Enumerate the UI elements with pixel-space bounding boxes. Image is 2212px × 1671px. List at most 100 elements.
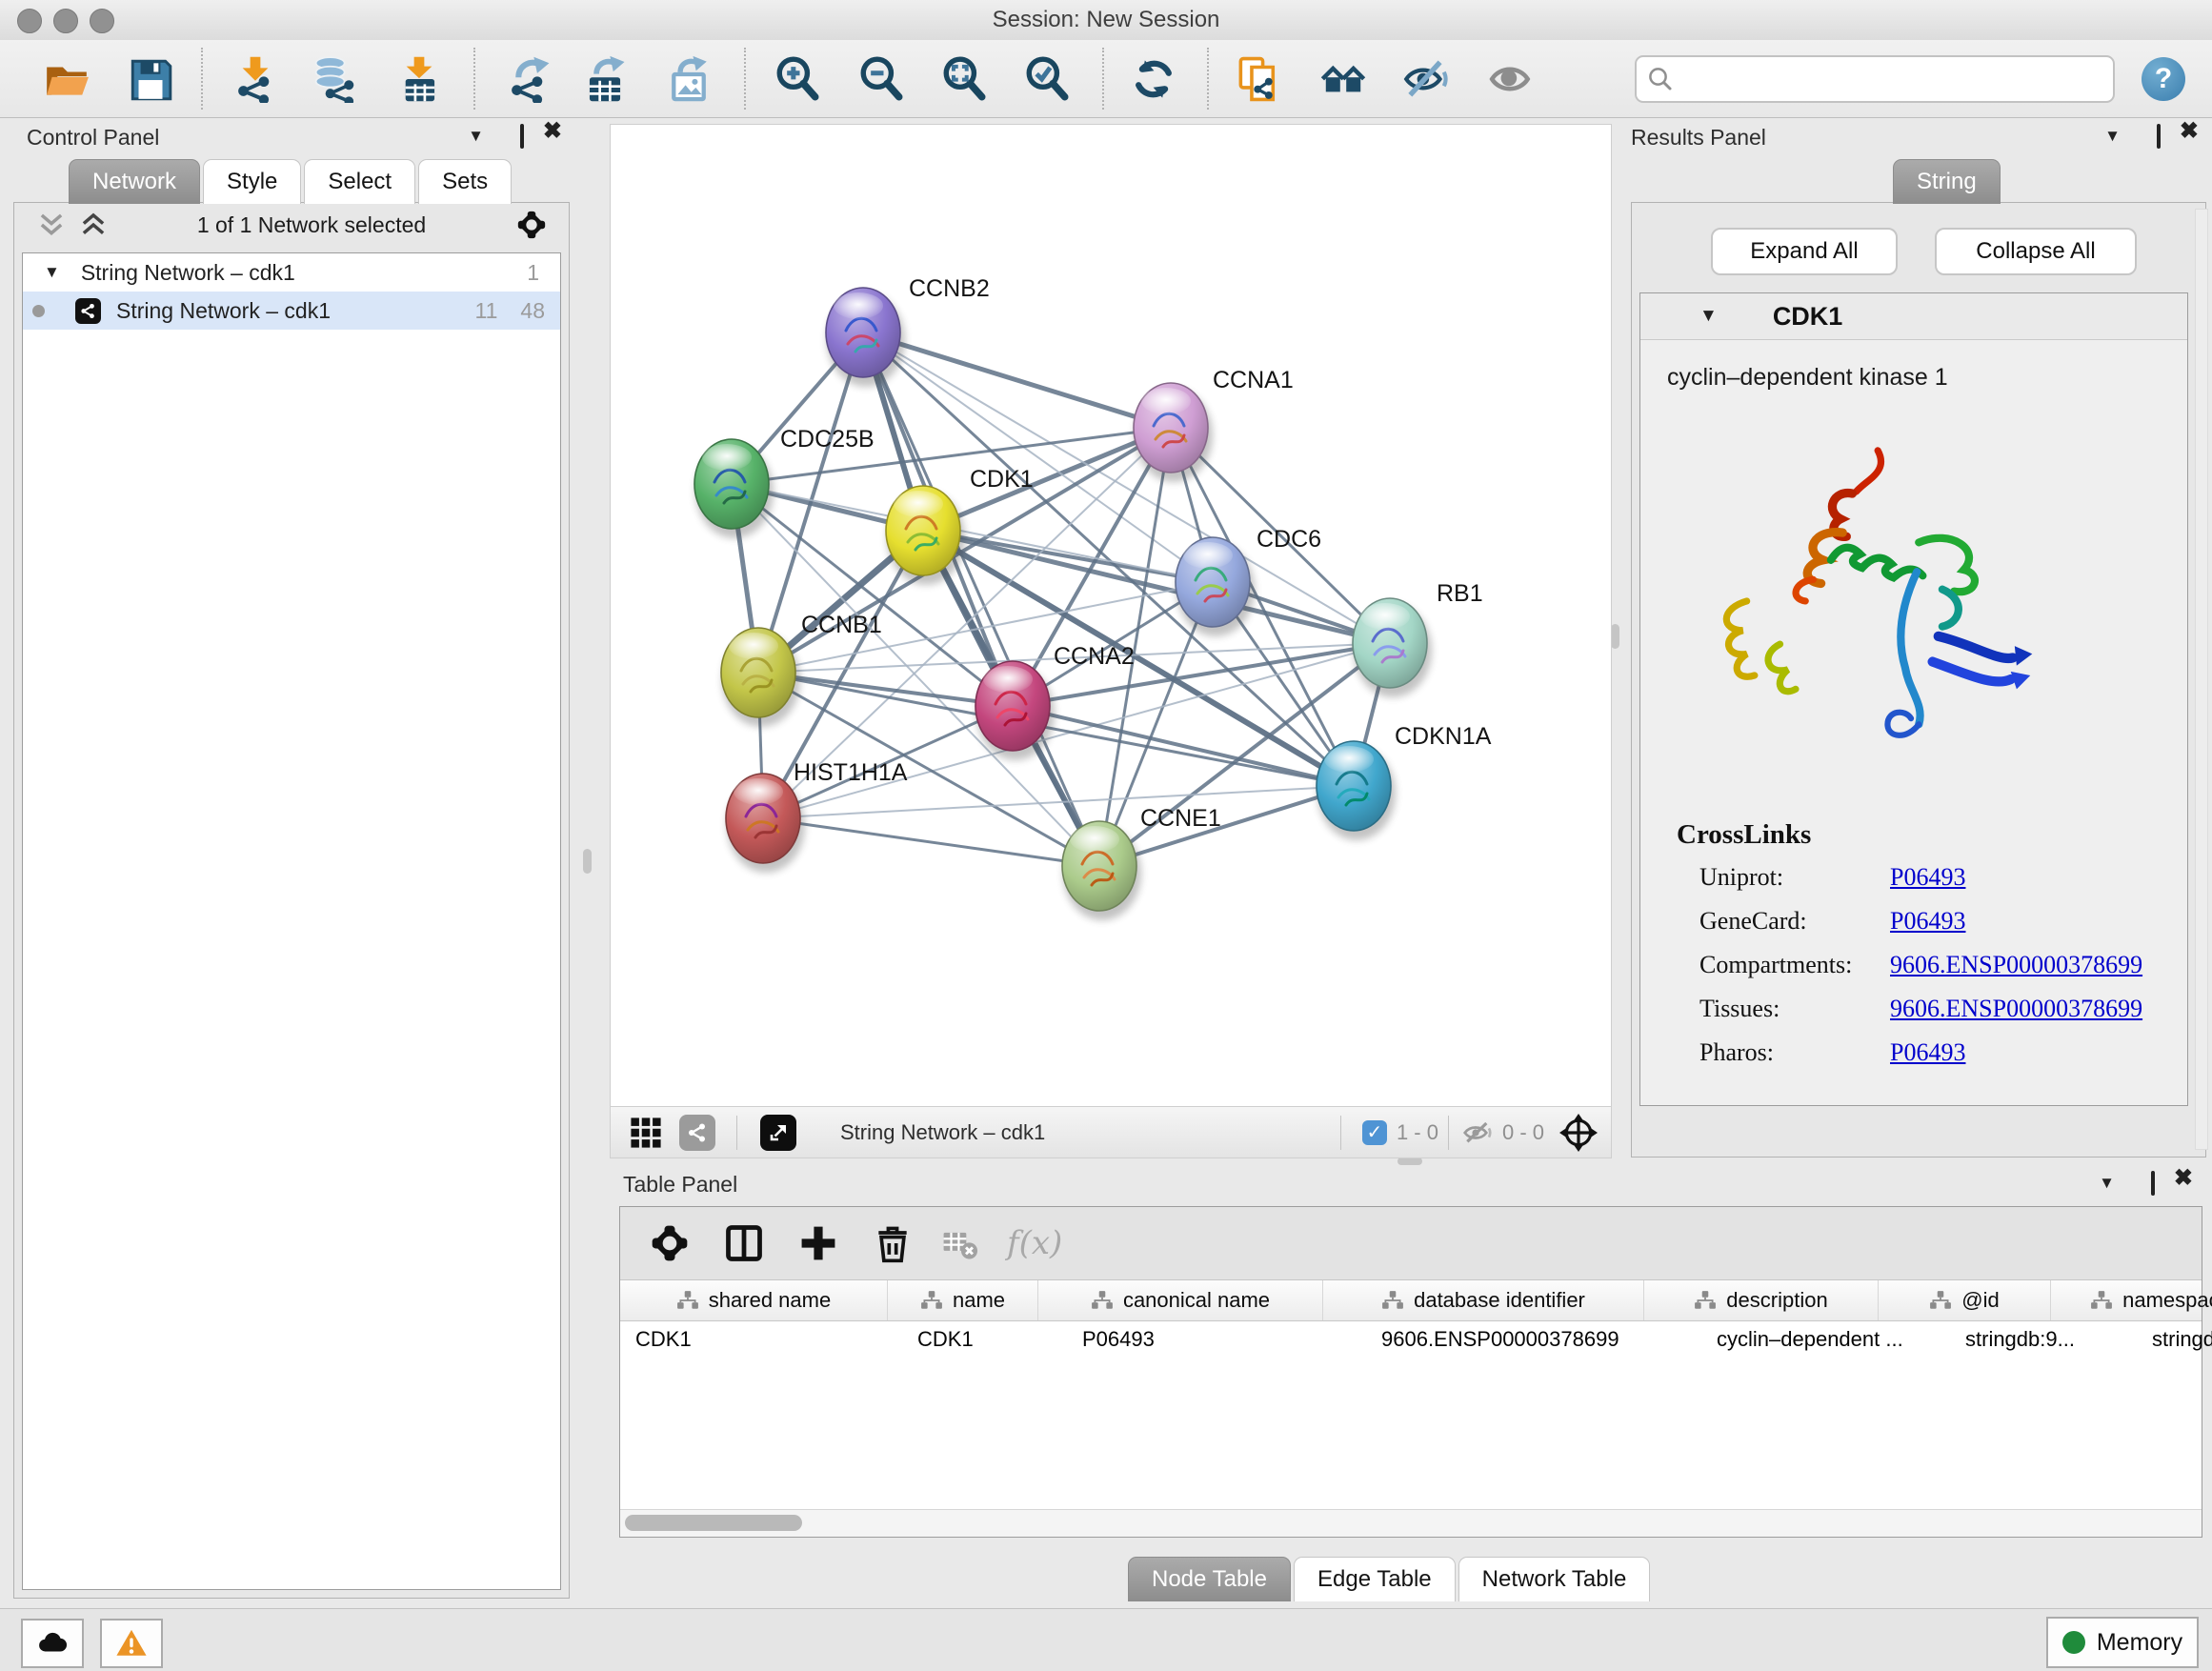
panel-close-icon[interactable]: ✖ <box>2174 1168 2193 1189</box>
cell-@id[interactable]: stringdb:9... <box>1950 1320 2137 1359</box>
expand-all-button[interactable]: Expand All <box>1711 228 1898 275</box>
delete-table-icon[interactable] <box>942 1222 978 1264</box>
grid-view-icon[interactable] <box>630 1117 662 1149</box>
node-cdk1[interactable] <box>886 486 965 585</box>
zoom-fit-button[interactable] <box>940 55 988 103</box>
network-view-canvas[interactable]: CCNB2CCNA1CDC25BCDK1CDC6RB1CCNB1CCNA2CDK… <box>610 124 1612 1107</box>
cell-canonical-name[interactable]: P06493 <box>1067 1320 1366 1359</box>
edge-ccne1-hist1h1a[interactable] <box>763 818 1099 866</box>
panel-float-icon[interactable] <box>2151 1173 2155 1194</box>
network-row[interactable]: String Network – cdk1 11 48 <box>23 292 560 330</box>
cell-description[interactable]: cyclin–dependent ... <box>1701 1320 1950 1359</box>
column-header-name[interactable]: name <box>888 1280 1038 1320</box>
edge-ccnb2-ccne1[interactable] <box>863 332 1099 866</box>
open-session-button[interactable] <box>43 55 90 103</box>
cell-shared-name[interactable]: CDK1 <box>620 1320 902 1359</box>
help-button[interactable]: ? <box>2142 57 2185 101</box>
delete-column-icon[interactable] <box>872 1222 914 1264</box>
edge-cdc25b-cdc6[interactable] <box>732 484 1213 582</box>
tab-select[interactable]: Select <box>304 159 415 204</box>
node-ccne1[interactable] <box>1062 821 1141 920</box>
vertical-splitter-handle[interactable] <box>1611 624 1619 649</box>
node-rb1[interactable] <box>1353 598 1432 697</box>
cloud-status-button[interactable] <box>21 1619 84 1668</box>
save-session-button[interactable] <box>127 55 174 103</box>
zoom-in-button[interactable] <box>774 55 821 103</box>
cell-database-identifier[interactable]: 9606.ENSP00000378699 <box>1366 1320 1701 1359</box>
tab-network[interactable]: Network <box>69 159 200 204</box>
panel-float-icon[interactable] <box>520 126 524 147</box>
tab-edge-table[interactable]: Edge Table <box>1294 1557 1456 1601</box>
cell-namespace[interactable]: stringdb <box>2137 1320 2212 1359</box>
function-builder-fx-icon[interactable]: f(x) <box>1007 1224 1062 1262</box>
gear-icon[interactable] <box>649 1222 691 1264</box>
cell-name[interactable]: CDK1 <box>902 1320 1067 1359</box>
section-collapse-icon[interactable]: ▼ <box>1699 306 1718 327</box>
tab-sets[interactable]: Sets <box>418 159 512 204</box>
collapse-all-button[interactable]: Collapse All <box>1935 228 2137 275</box>
zoom-out-button[interactable] <box>857 55 905 103</box>
import-network-database-button[interactable] <box>312 55 359 103</box>
panel-menu-icon[interactable]: ▼ <box>2099 1173 2115 1194</box>
protein-section-header[interactable]: ▼ CDK1 <box>1640 293 2187 340</box>
node-ccna2[interactable] <box>975 661 1055 760</box>
crosslink-link[interactable]: P06493 <box>1890 907 1965 935</box>
expand-all-chevrons-icon[interactable] <box>37 212 66 237</box>
panel-menu-icon[interactable]: ▼ <box>2104 126 2121 147</box>
network-graph[interactable]: CCNB2CCNA1CDC25BCDK1CDC6RB1CCNB1CCNA2CDK… <box>611 125 1611 1106</box>
new-network-from-selection-button[interactable] <box>1236 55 1283 103</box>
node-ccnb2[interactable] <box>826 288 905 387</box>
vertical-splitter-handle[interactable] <box>583 849 592 874</box>
panel-close-icon[interactable]: ✖ <box>543 121 562 142</box>
panel-close-icon[interactable]: ✖ <box>2180 121 2199 142</box>
edge-ccnb2-rb1[interactable] <box>863 332 1390 643</box>
column-header-shared-name[interactable]: shared name <box>620 1280 888 1320</box>
birdseye-navigator-icon[interactable] <box>1559 1114 1598 1152</box>
crosslink-link[interactable]: 9606.ENSP00000378699 <box>1890 951 2142 978</box>
column-header-canonical-name[interactable]: canonical name <box>1038 1280 1323 1320</box>
crosslink-link[interactable]: P06493 <box>1890 1038 1965 1066</box>
tab-style[interactable]: Style <box>203 159 301 204</box>
edge-ccna2-cdkn1a[interactable] <box>1013 706 1354 786</box>
panel-float-icon[interactable] <box>2157 126 2161 147</box>
add-column-icon[interactable] <box>797 1222 839 1264</box>
export-network-button[interactable] <box>505 55 553 103</box>
table-horizontal-scrollbar[interactable] <box>620 1509 2202 1537</box>
node-cdkn1a[interactable] <box>1317 741 1396 840</box>
column-header-database-identifier[interactable]: database identifier <box>1323 1280 1644 1320</box>
results-scrollbar[interactable] <box>2195 209 2208 1150</box>
show-all-button[interactable] <box>1488 55 1536 103</box>
edge-ccnb2-ccna1[interactable] <box>863 332 1171 428</box>
hide-selected-button[interactable] <box>1402 55 1450 103</box>
network-collection-row[interactable]: ▼ String Network – cdk1 1 <box>23 253 560 292</box>
import-table-file-button[interactable] <box>395 55 443 103</box>
export-table-button[interactable] <box>581 55 629 103</box>
column-header-description[interactable]: description <box>1644 1280 1879 1320</box>
crosslink-link[interactable]: P06493 <box>1890 863 1965 891</box>
panel-menu-icon[interactable]: ▼ <box>468 126 484 147</box>
node-cdc6[interactable] <box>1176 537 1255 636</box>
detach-view-button[interactable] <box>760 1115 796 1151</box>
column-header-namespace[interactable]: namespace <box>2051 1280 2212 1320</box>
search-input[interactable] <box>1675 60 2113 98</box>
column-header-@id[interactable]: @id <box>1879 1280 2051 1320</box>
show-columns-icon[interactable] <box>723 1222 765 1264</box>
first-neighbors-button[interactable] <box>1319 55 1367 103</box>
node-cdc25b[interactable] <box>694 439 774 538</box>
crosslink-link[interactable]: 9606.ENSP00000378699 <box>1890 995 2142 1022</box>
import-network-file-button[interactable] <box>231 55 279 103</box>
tab-network-table[interactable]: Network Table <box>1458 1557 1651 1601</box>
network-share-view-button[interactable] <box>679 1115 715 1151</box>
collection-expand-icon[interactable]: ▼ <box>44 263 60 282</box>
zoom-selected-button[interactable] <box>1023 55 1071 103</box>
scrollbar-thumb[interactable] <box>625 1515 802 1531</box>
tab-string[interactable]: String <box>1893 159 2001 204</box>
tab-node-table[interactable]: Node Table <box>1128 1557 1291 1601</box>
collapse-all-chevrons-icon[interactable] <box>79 212 108 237</box>
memory-button[interactable]: Memory <box>2046 1617 2199 1668</box>
hidden-eye-slash-icon[interactable] <box>1462 1117 1493 1148</box>
apply-layout-button[interactable] <box>1130 55 1177 103</box>
warnings-button[interactable] <box>100 1619 163 1668</box>
table-row[interactable]: CDK1CDK1P064939606.ENSP00000378699cyclin… <box>620 1320 2202 1359</box>
node-ccna1[interactable] <box>1134 383 1213 482</box>
